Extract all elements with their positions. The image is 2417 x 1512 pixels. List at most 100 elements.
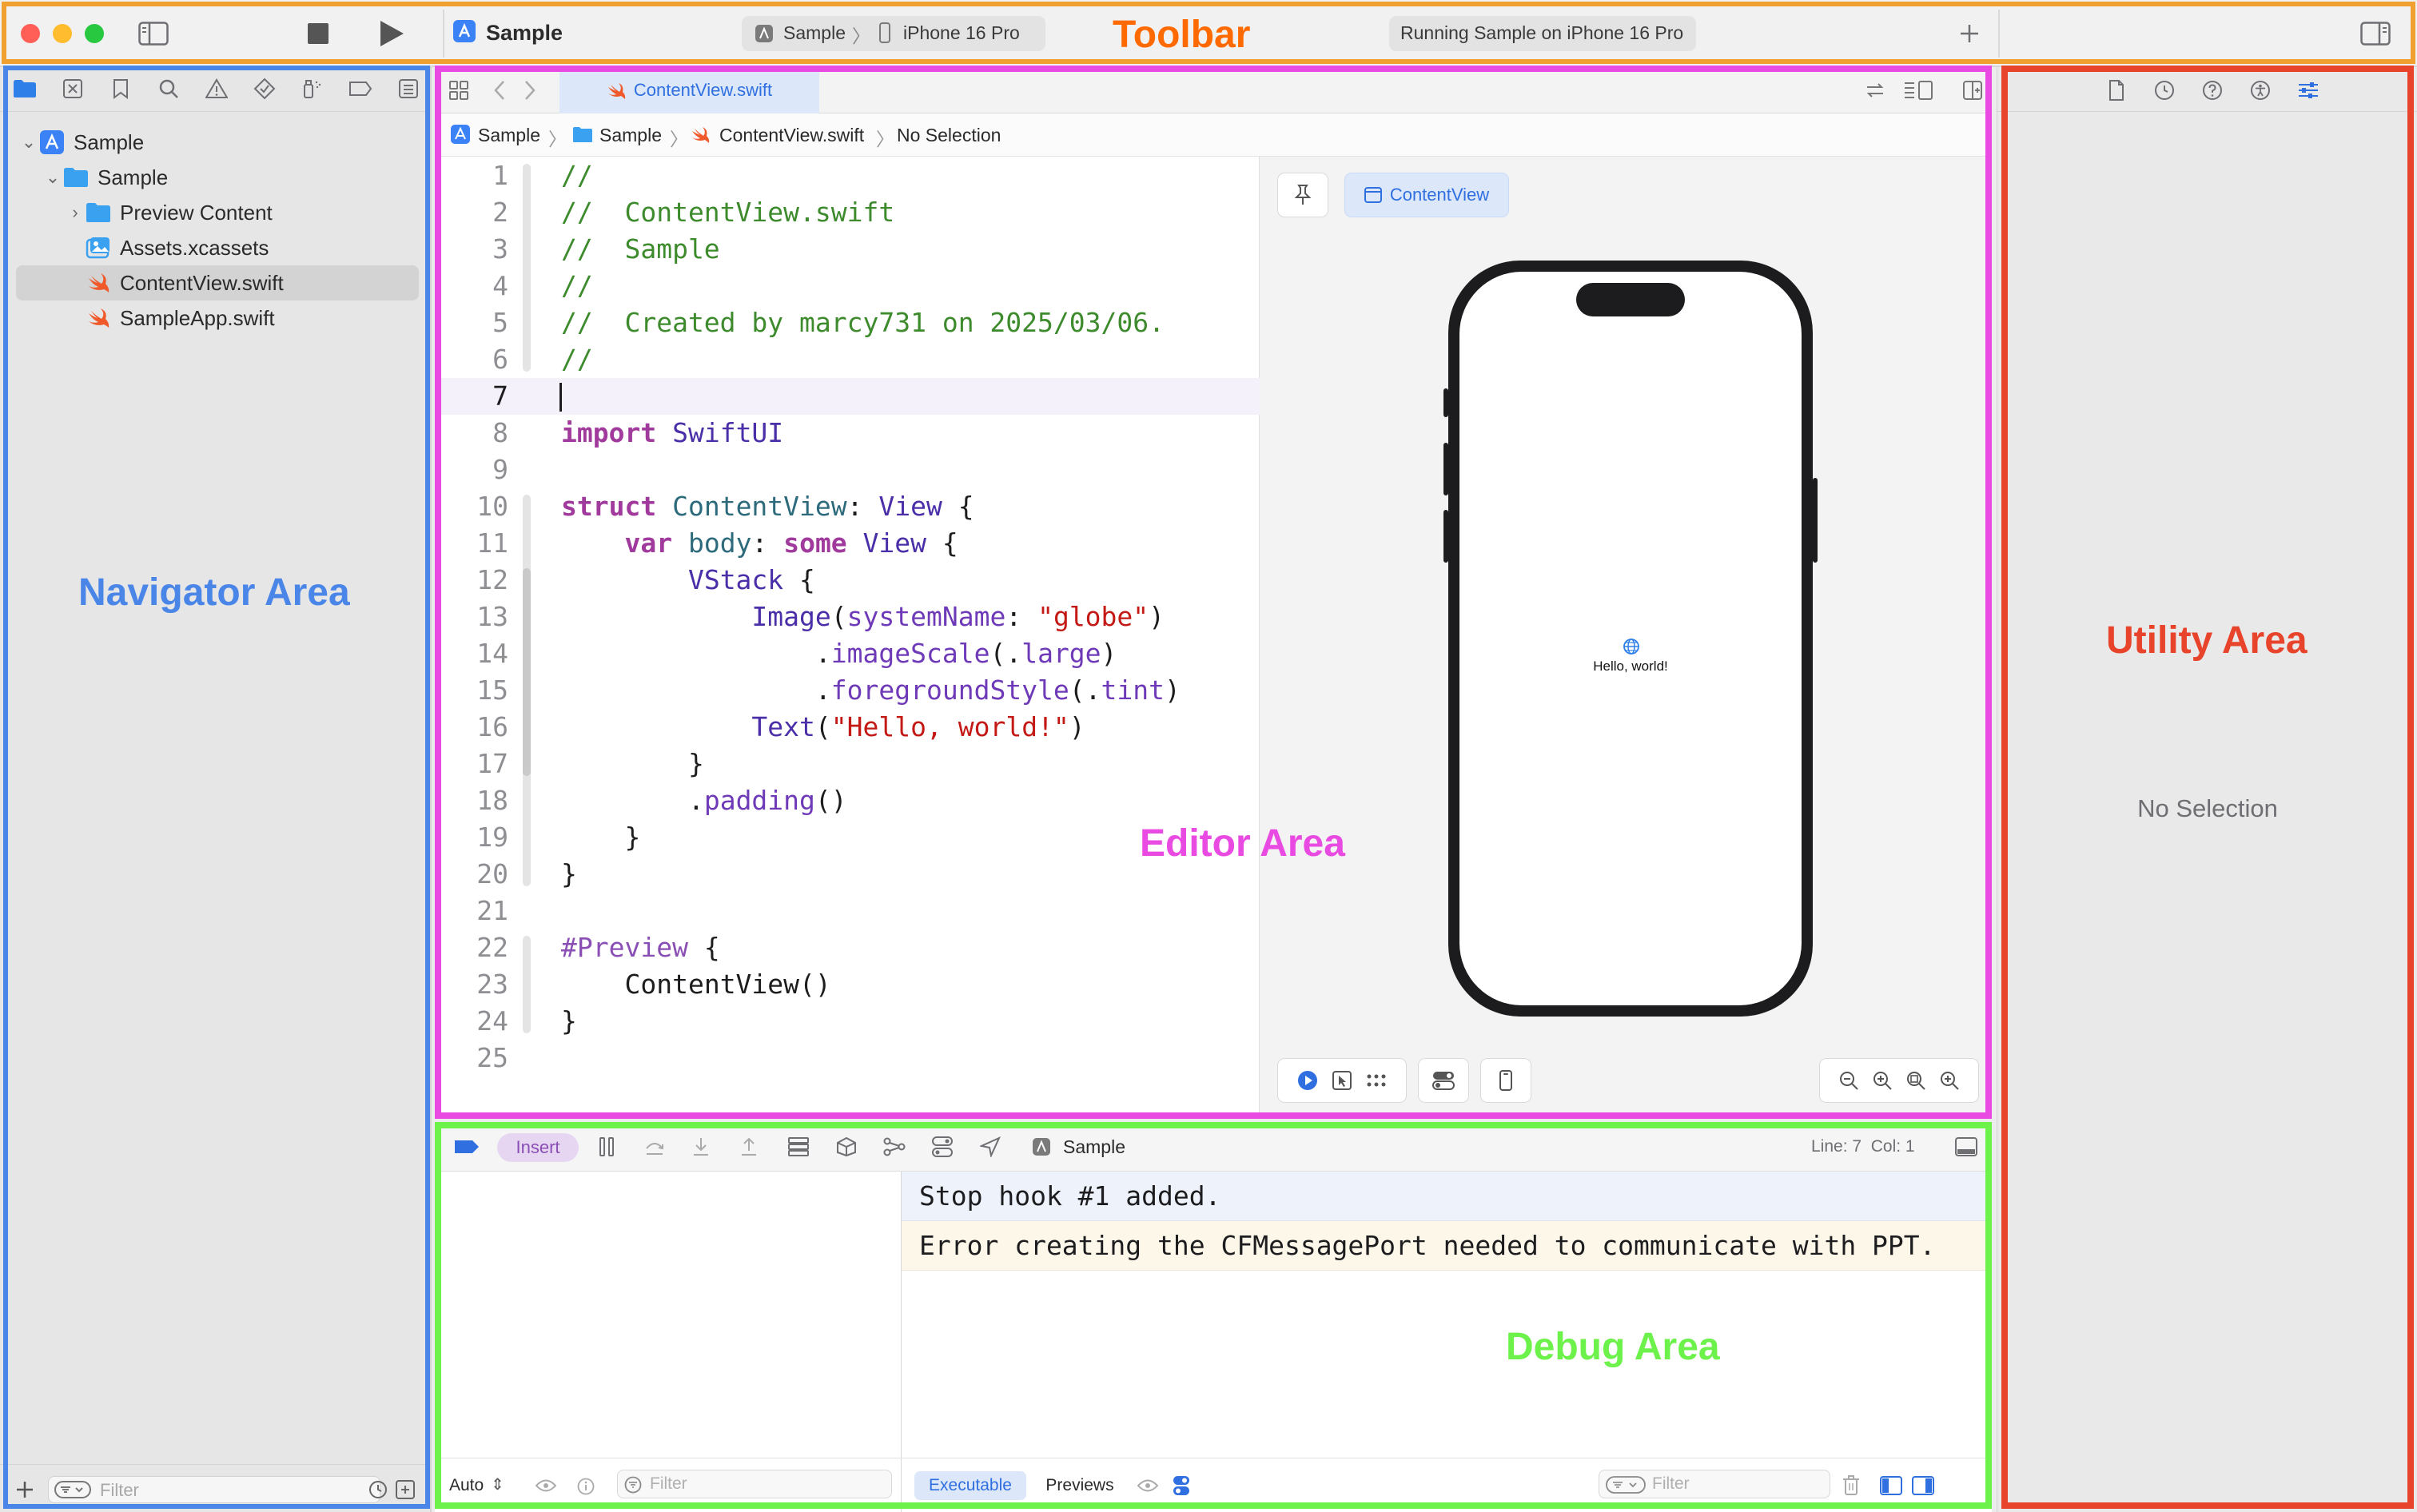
code-line[interactable]: 23 ContentView() xyxy=(435,966,1260,1003)
line-number[interactable]: 4 xyxy=(444,268,508,304)
play-icon[interactable] xyxy=(376,18,408,50)
sidebar-right-icon[interactable] xyxy=(2358,18,2393,50)
code-line[interactable]: 8 import SwiftUI xyxy=(435,415,1260,452)
pause-icon[interactable] xyxy=(595,1135,619,1159)
line-number[interactable]: 20 xyxy=(444,856,508,893)
code-line[interactable]: 16 Text("Hello, world!") xyxy=(435,709,1260,746)
breadcrumb-symbol[interactable]: No Selection xyxy=(897,125,1001,146)
code-fold-ribbon[interactable] xyxy=(523,936,531,1033)
accessibility-inspector-icon[interactable] xyxy=(2248,78,2272,102)
show-variables-view-icon[interactable] xyxy=(1878,1474,1904,1497)
live-play-icon[interactable] xyxy=(1297,1070,1318,1091)
line-number[interactable]: 16 xyxy=(444,709,508,746)
console-filter-field[interactable]: Filter xyxy=(1599,1470,1830,1498)
preview-device-icon[interactable] xyxy=(1480,1058,1531,1103)
variables-scope-select[interactable]: Auto xyxy=(449,1476,484,1495)
add-plus-icon[interactable] xyxy=(13,1478,37,1502)
editor-options-icon[interactable] xyxy=(1902,78,1934,102)
code-line[interactable]: 10 struct ContentView: View { xyxy=(435,488,1260,525)
zoom-window-button[interactable] xyxy=(85,24,104,43)
find-navigator-search-icon[interactable] xyxy=(155,77,182,101)
code-line[interactable]: 3 // Sample xyxy=(435,231,1260,268)
line-number[interactable]: 25 xyxy=(444,1040,508,1076)
show-console-view-icon[interactable] xyxy=(1910,1474,1936,1497)
test-navigator-diamond-icon[interactable] xyxy=(251,77,278,101)
breakpoint-navigator-icon[interactable] xyxy=(347,77,374,101)
environment-overrides-icon[interactable] xyxy=(930,1135,954,1159)
code-line[interactable]: 14 .imageScale(.large) xyxy=(435,635,1260,672)
tab-executable[interactable]: Executable xyxy=(914,1471,1026,1500)
back-chevron-icon[interactable] xyxy=(489,78,510,102)
close-window-button[interactable] xyxy=(21,24,40,43)
line-number[interactable]: 10 xyxy=(444,488,508,525)
line-number[interactable]: 18 xyxy=(444,782,508,819)
step-out-icon[interactable] xyxy=(737,1135,761,1159)
step-into-icon[interactable] xyxy=(689,1135,713,1159)
code-line[interactable]: 4 // xyxy=(435,268,1260,304)
tree-item-preview-content[interactable]: › Preview Content xyxy=(0,195,432,230)
view-hierarchy-icon[interactable] xyxy=(786,1135,810,1159)
code-line[interactable]: 21 xyxy=(435,893,1260,929)
navigator-filter-field[interactable]: Filter xyxy=(48,1476,380,1503)
sidebar-left-icon[interactable] xyxy=(136,18,171,50)
add-editor-split-icon[interactable] xyxy=(1960,78,1985,102)
line-number[interactable]: 8 xyxy=(444,415,508,452)
insert-mode-pill[interactable]: Insert xyxy=(497,1133,579,1162)
line-number[interactable]: 21 xyxy=(444,893,508,929)
report-navigator-icon[interactable] xyxy=(395,77,422,101)
scheme-name[interactable]: Sample xyxy=(783,22,846,44)
stop-icon[interactable] xyxy=(304,19,332,48)
source-control-navigator-icon[interactable] xyxy=(59,77,86,101)
code-line[interactable]: 15 .foregroundStyle(.tint) xyxy=(435,672,1260,709)
eye-icon[interactable] xyxy=(534,1476,558,1495)
tree-item-group[interactable]: ⌄ Sample xyxy=(0,160,432,195)
code-line[interactable]: 9 xyxy=(435,452,1260,488)
code-line[interactable]: 5 // Created by marcy731 on 2025/03/06. xyxy=(435,304,1260,341)
code-line[interactable]: 11 var body: some View { xyxy=(435,525,1260,562)
related-items-grid-icon[interactable] xyxy=(446,78,472,102)
line-number[interactable]: 9 xyxy=(444,452,508,488)
line-number[interactable]: 11 xyxy=(444,525,508,562)
attributes-inspector-sliders-icon[interactable] xyxy=(2296,78,2320,102)
selectable-cursor-icon[interactable] xyxy=(1332,1071,1352,1090)
step-over-icon[interactable] xyxy=(643,1135,667,1159)
chevron-down-icon[interactable]: ⌄ xyxy=(19,132,38,152)
line-number[interactable]: 14 xyxy=(444,635,508,672)
source-control-filter-icon[interactable] xyxy=(393,1478,417,1502)
tab-previews[interactable]: Previews xyxy=(1036,1471,1124,1500)
recent-files-clock-icon[interactable] xyxy=(366,1478,390,1502)
line-number[interactable]: 2 xyxy=(444,194,508,231)
tree-item-project[interactable]: ⌄ Sample xyxy=(0,125,432,160)
code-line[interactable]: 24} xyxy=(435,1003,1260,1040)
history-inspector-clock-icon[interactable] xyxy=(2152,78,2176,102)
code-line[interactable]: 13 Image(systemName: "globe") xyxy=(435,599,1260,635)
code-line[interactable]: 2 // ContentView.swift xyxy=(435,194,1260,231)
line-number[interactable]: 17 xyxy=(444,746,508,782)
code-line[interactable]: 18 .padding() xyxy=(435,782,1260,819)
chevron-down-icon[interactable]: ⌄ xyxy=(43,167,62,187)
code-line[interactable]: 7 xyxy=(435,378,1260,415)
filter-options-icon[interactable] xyxy=(1604,1474,1647,1495)
source-editor[interactable]: 1 // 2 // ContentView.swift 3 // Sample 4 // 5 //… xyxy=(435,157,1260,1119)
zoom-out-icon[interactable] xyxy=(1838,1070,1859,1091)
tree-item-assets[interactable]: Assets.xcassets xyxy=(0,230,432,265)
zoom-to-fit-icon[interactable] xyxy=(1905,1070,1926,1091)
filter-options-icon[interactable] xyxy=(52,1478,94,1501)
forward-chevron-icon[interactable] xyxy=(520,78,540,102)
variables-filter-field[interactable]: Filter xyxy=(617,1470,892,1498)
tree-item-contentview-swift[interactable]: ContentView.swift xyxy=(16,265,419,300)
line-number[interactable]: 3 xyxy=(444,231,508,268)
code-fold-ribbon[interactable] xyxy=(523,568,531,776)
breadcrumb-project[interactable]: Sample xyxy=(478,125,540,146)
breadcrumb-file[interactable]: ContentView.swift xyxy=(719,125,864,146)
swap-arrows-icon[interactable] xyxy=(1862,78,1888,102)
zoom-actual-size-icon[interactable] xyxy=(1872,1070,1893,1091)
pin-preview-icon[interactable] xyxy=(1277,173,1328,217)
preview-selector-button[interactable]: ContentView xyxy=(1344,173,1509,217)
code-line[interactable]: 6 // xyxy=(435,341,1260,378)
line-number[interactable]: 13 xyxy=(444,599,508,635)
simulate-location-icon[interactable] xyxy=(978,1135,1002,1159)
chevron-right-icon[interactable]: › xyxy=(66,202,85,222)
code-line[interactable]: 25 xyxy=(435,1040,1260,1076)
console-view[interactable]: Stop hook #1 added. Error creating the C… xyxy=(902,1172,1992,1512)
